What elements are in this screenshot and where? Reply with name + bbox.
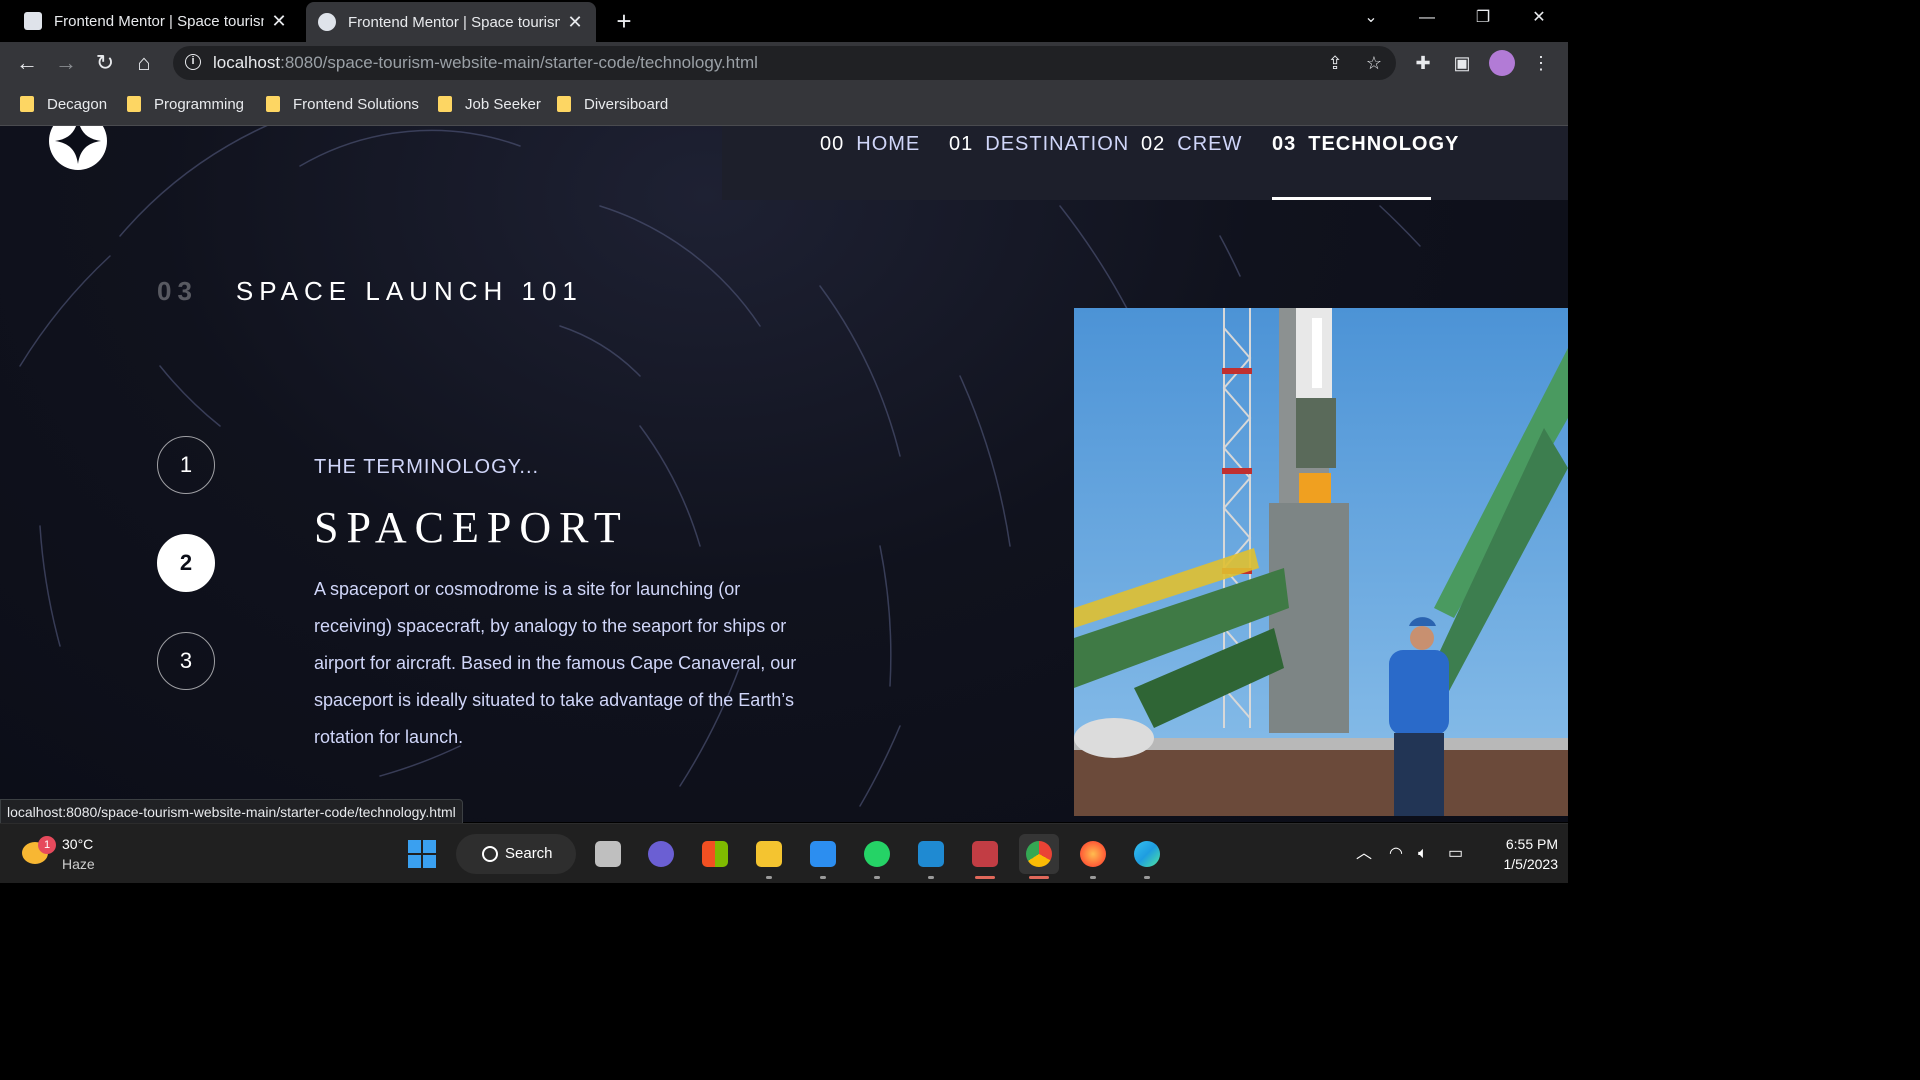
mail-icon [810, 841, 836, 867]
windows-logo-icon [408, 840, 436, 868]
nav-home[interactable]: 00 HOME [820, 126, 920, 200]
chrome-app[interactable] [1019, 834, 1059, 879]
weather-widget[interactable]: 1 30°C Haze [22, 834, 112, 874]
vscode-icon [918, 841, 944, 867]
tab-strip: Frontend Mentor | Space tourism ✕ Fronte… [0, 0, 1568, 42]
notification-badge: 1 [38, 836, 56, 854]
tech-description: A spaceport or cosmodrome is a site for … [314, 579, 797, 747]
step-button-3[interactable]: 3 [157, 632, 215, 690]
whatsapp-icon [864, 841, 890, 867]
bookmark-star-icon[interactable]: ☆ [1362, 51, 1386, 75]
reload-button[interactable]: ↻ [90, 48, 120, 78]
search-icon [482, 846, 498, 862]
tech-title: SPACEPORT [314, 503, 629, 552]
bookmark-diversiboard[interactable]: Diversiboard [557, 84, 668, 124]
minimize-button[interactable]: — [1403, 0, 1451, 38]
tab-search-chevron-icon[interactable]: ⌄ [1347, 0, 1395, 38]
extensions-icon[interactable]: ✚ [1410, 50, 1436, 76]
close-window-button[interactable]: ✕ [1515, 0, 1563, 38]
taskbar-search[interactable]: Search [456, 834, 576, 874]
site-info-icon[interactable]: i [185, 54, 201, 70]
folder-icon [127, 96, 141, 112]
browser-tab-2-active[interactable]: Frontend Mentor | Space tourism ✕ [306, 2, 596, 42]
firefox-icon [1080, 841, 1106, 867]
task-view-app[interactable] [588, 834, 628, 874]
link-status-bubble: localhost:8080/space-tourism-website-mai… [0, 799, 463, 825]
share-icon[interactable]: ⇪ [1323, 51, 1347, 75]
site-logo[interactable] [49, 126, 107, 170]
profile-avatar[interactable] [1489, 50, 1515, 76]
terminology-label: THE TERMINOLOGY... [314, 456, 540, 478]
task-view-icon [595, 841, 621, 867]
edge-app[interactable] [1127, 834, 1167, 879]
bookmark-frontend-solutions[interactable]: Frontend Solutions [266, 84, 419, 124]
close-tab-icon[interactable]: ✕ [566, 12, 584, 33]
bookmark-job-seeker[interactable]: Job Seeker [438, 84, 541, 124]
address-bar[interactable]: i localhost:8080/space-tourism-website-m… [173, 46, 1396, 80]
technology-page: 00 HOME 01 DESTINATION 02 CREW 03 TECHNOLOGY… [0, 126, 1568, 822]
tray-chevron-icon[interactable]: ︿ [1356, 834, 1372, 874]
forward-button[interactable]: → [51, 48, 81, 78]
folder-icon [20, 96, 34, 112]
spaceport-image [1074, 308, 1568, 816]
menu-kebab-icon[interactable]: ⋮ [1528, 50, 1554, 76]
favicon-icon [318, 13, 336, 31]
weather-desc: Haze [62, 856, 95, 872]
browser-tab-1[interactable]: Frontend Mentor | Space tourism ✕ [0, 0, 300, 42]
vscode-app[interactable] [911, 834, 951, 879]
step-button-2[interactable]: 2 [157, 534, 215, 592]
page-heading: 03 SPACE LAUNCH 101 [157, 276, 583, 306]
chat-icon [648, 841, 674, 867]
bookmark-decagon[interactable]: Decagon [20, 84, 107, 124]
clock-time: 6:55 PM [1505, 836, 1558, 852]
battery-icon[interactable]: ▭ [1448, 834, 1463, 874]
star-logo-icon [55, 126, 101, 164]
system-clock[interactable]: 6:55 PM 1/5/2023 [1480, 834, 1559, 874]
whatsapp-app[interactable] [857, 834, 897, 879]
windows-taskbar: 1 30°C Haze Search ︿ ◠ 🔈︎ ▭ 6:55 PM 1/5/… [0, 823, 1568, 883]
chrome-icon [1026, 841, 1052, 867]
main-nav: 00 HOME 01 DESTINATION 02 CREW 03 TECHNOLOGY [722, 126, 1568, 200]
browser-toolbar: ← → ↻ ⌂ i localhost:8080/space-tourism-w… [0, 42, 1568, 84]
back-button[interactable]: ← [12, 48, 42, 78]
clock-date: 1/5/2023 [1503, 856, 1559, 872]
url-text[interactable]: localhost:8080/space-tourism-website-mai… [213, 46, 758, 80]
volume-icon[interactable]: 🔈︎ [1418, 834, 1428, 874]
nav-destination[interactable]: 01 DESTINATION [949, 126, 1129, 200]
nav-crew[interactable]: 02 CREW [1141, 126, 1242, 200]
tab-title: Frontend Mentor | Space tourism [54, 12, 264, 30]
nav-technology[interactable]: 03 TECHNOLOGY [1272, 126, 1458, 200]
edge-icon [1134, 841, 1160, 867]
start-button[interactable] [402, 834, 442, 874]
folder-icon [266, 96, 280, 112]
close-tab-icon[interactable]: ✕ [270, 11, 288, 32]
weather-temp: 30°C [62, 836, 94, 852]
new-tab-button[interactable]: + [612, 6, 636, 36]
bookmark-programming[interactable]: Programming [127, 84, 244, 124]
restore-button[interactable]: ❐ [1459, 0, 1507, 38]
folder-icon [557, 96, 571, 112]
rdocument-icon [972, 841, 998, 867]
folder-icon [756, 841, 782, 867]
side-panel-icon[interactable]: ▣ [1449, 50, 1475, 76]
firefox-app[interactable] [1073, 834, 1113, 879]
active-nav-indicator [1272, 197, 1431, 200]
rstudio-app[interactable] [965, 834, 1005, 879]
step-button-1[interactable]: 1 [157, 436, 215, 494]
store-icon [702, 841, 728, 867]
bookmarks-bar: Decagon Programming Frontend Solutions J… [0, 84, 1568, 126]
favicon-icon [24, 12, 42, 30]
ms-store-app[interactable] [695, 834, 735, 874]
mail-app[interactable] [803, 834, 843, 879]
tab-title: Frontend Mentor | Space tourism [348, 13, 560, 31]
teams-chat-app[interactable] [641, 834, 681, 874]
wifi-icon[interactable]: ◠ [1389, 834, 1403, 874]
home-button[interactable]: ⌂ [129, 48, 159, 78]
file-explorer-app[interactable] [749, 834, 789, 879]
folder-icon [438, 96, 452, 112]
